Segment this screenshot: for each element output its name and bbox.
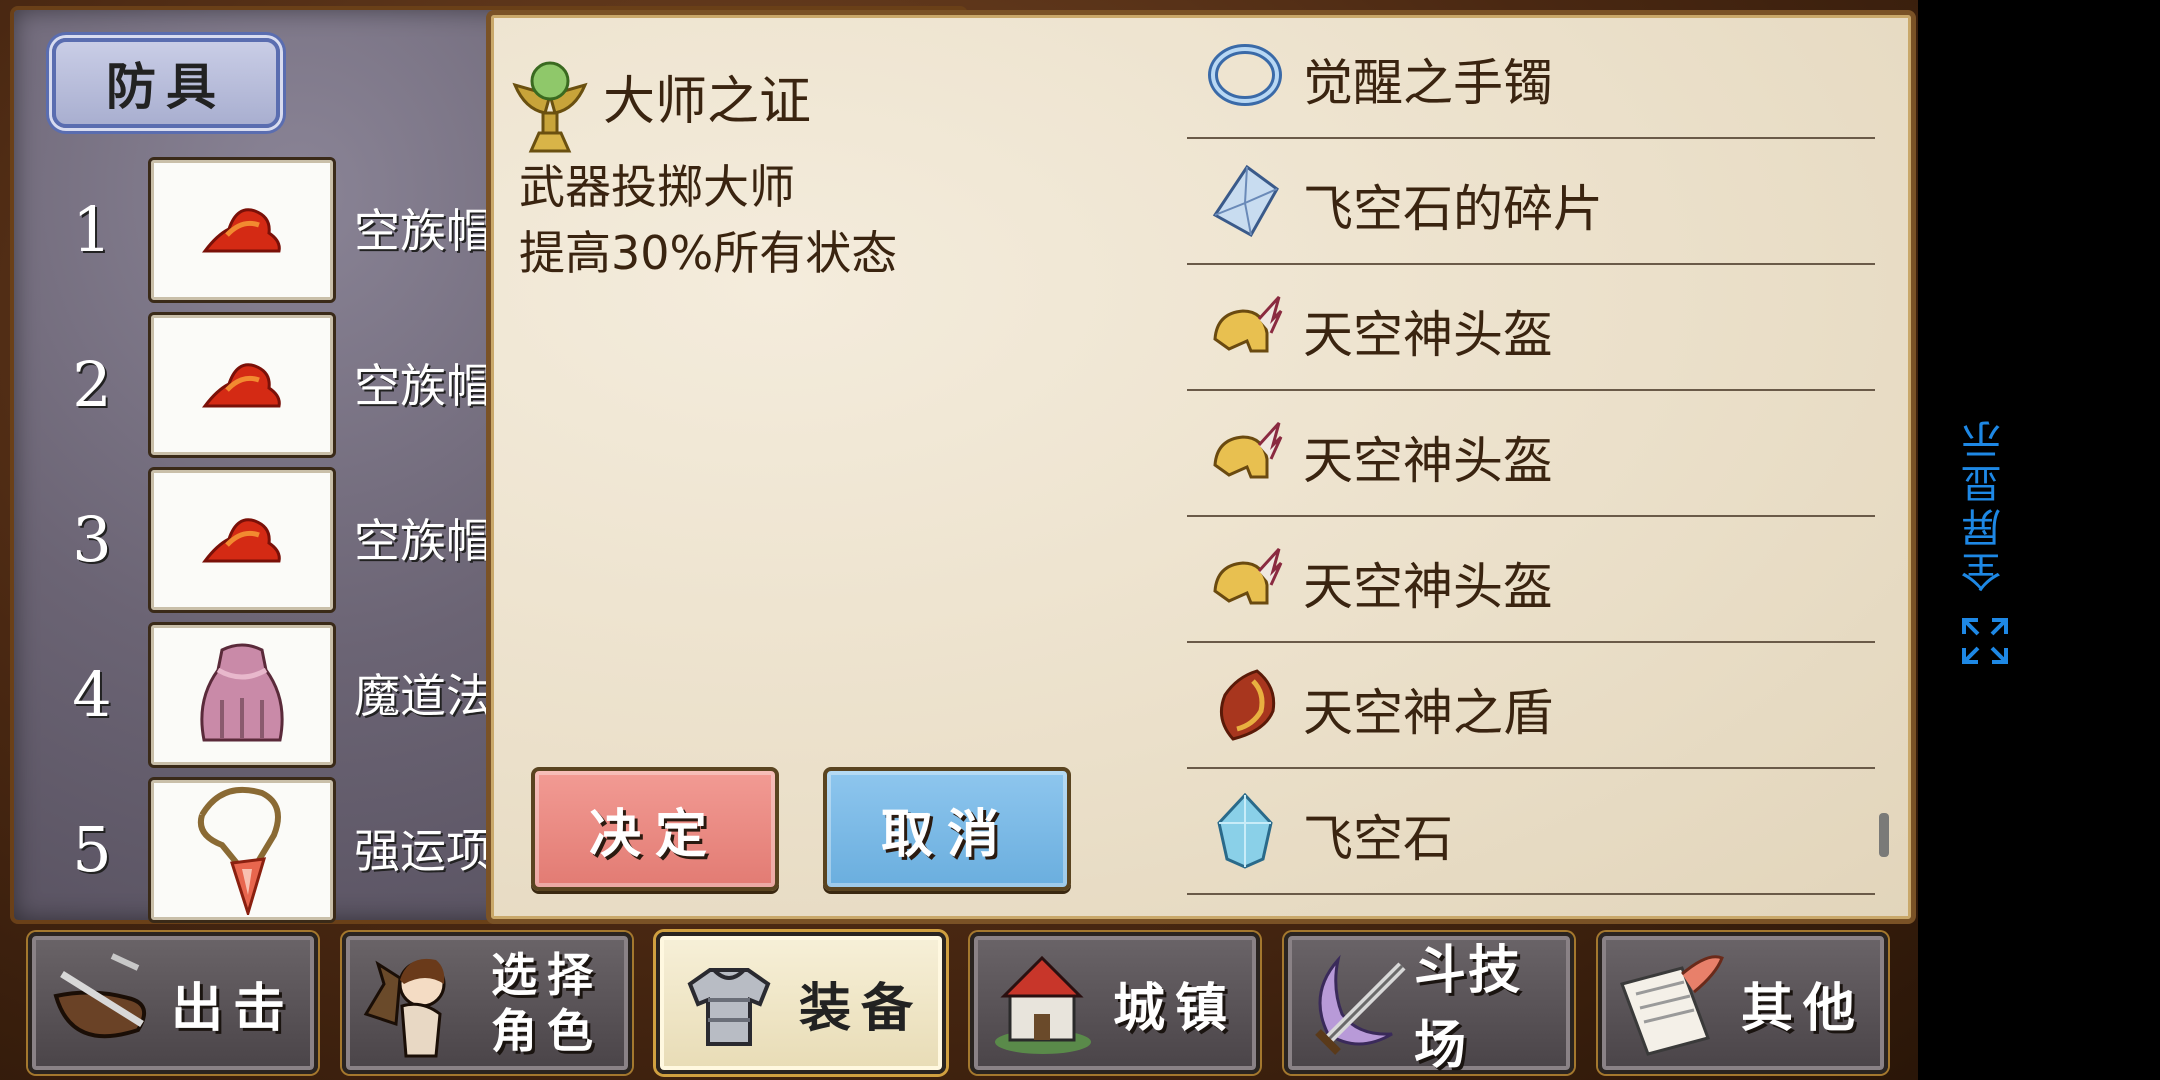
slot-item-box[interactable] — [148, 157, 336, 303]
slot-item-box[interactable] — [148, 467, 336, 613]
item-description-line2: 提高30%所有状态 — [519, 226, 898, 280]
slot-item-name: 空族帽 — [354, 359, 492, 413]
character-icon — [363, 958, 446, 1058]
confirm-button[interactable]: 决定 — [531, 767, 779, 891]
nav-sortie-button[interactable]: 出击 — [28, 932, 318, 1074]
list-item-label: 天空神头盔 — [1303, 306, 1553, 364]
fullscreen-toggle[interactable]: 全屏显示 — [1950, 414, 2030, 674]
nav-town-button[interactable]: 城镇 — [970, 932, 1260, 1074]
shield-icon — [1219, 669, 1276, 741]
list-item[interactable]: 飞空石的碎片 — [1187, 137, 1875, 265]
list-item[interactable]: 天空神头盔 — [1187, 389, 1875, 517]
nav-arena-button[interactable]: 斗技场 — [1284, 932, 1574, 1076]
cancel-button[interactable]: 取消 — [823, 767, 1071, 891]
nav-other-button[interactable]: 其他 — [1598, 932, 1888, 1074]
red-hat-icon — [201, 518, 281, 563]
slot-number: 2 — [72, 348, 112, 421]
red-hat-icon — [201, 363, 281, 408]
nav-equipment-button[interactable]: 装备 — [656, 932, 946, 1074]
red-hat-icon — [201, 208, 281, 253]
list-item[interactable]: 飞空石 — [1187, 767, 1875, 895]
slot-number: 1 — [72, 193, 112, 266]
panel-title: 防具 — [52, 38, 280, 128]
crystal-icon — [1217, 793, 1273, 869]
slot-number: 3 — [72, 503, 112, 576]
list-item[interactable]: 天空神头盔 — [1187, 263, 1875, 391]
sortie-icon — [53, 953, 147, 1039]
town-icon — [995, 955, 1091, 1054]
nav-select-character-label: 选择 角色 — [472, 936, 622, 1070]
slot-number: 5 — [72, 813, 112, 886]
master-emblem-icon — [512, 61, 588, 153]
list-item-label: 飞空石的碎片 — [1303, 180, 1603, 238]
item-list[interactable]: 觉醒之手镯 飞空石的碎片 天空神头盔 天空神头盔 天空神头盔 天空神之盾 飞空石 — [1187, 15, 1875, 905]
list-item[interactable]: 觉醒之手镯 — [1187, 15, 1875, 139]
list-item-label: 天空神头盔 — [1303, 432, 1553, 490]
list-item-label: 天空神头盔 — [1303, 558, 1553, 616]
winged-helmet-icon — [1213, 547, 1283, 605]
armor-icon — [687, 968, 771, 1046]
winged-helmet-icon — [1213, 295, 1283, 353]
slot-item-name: 空族帽 — [354, 204, 492, 258]
crystal-shard-icon — [1212, 164, 1279, 238]
fullscreen-label: 全屏显示 — [1962, 416, 2008, 592]
game-screen: 防具 1 空族帽 2 空族帽 3 空族帽 4 魔道法 5 强运项 大师之证 武器… — [0, 0, 1918, 1080]
item-title: 大师之证 — [603, 72, 812, 132]
amulet-icon — [198, 786, 281, 915]
slot-item-name: 魔道法 — [354, 669, 492, 723]
arena-sword-icon — [1315, 954, 1406, 1055]
list-item[interactable]: 天空神之盾 — [1187, 641, 1875, 769]
slot-item-name: 强运项 — [354, 824, 492, 878]
list-item-label: 觉醒之手镯 — [1303, 54, 1553, 112]
nav-equipment-label: 装备 — [798, 978, 923, 1039]
item-description-line1: 武器投掷大师 — [519, 160, 795, 214]
nav-select-character-button[interactable]: 选择 角色 — [342, 932, 632, 1074]
winged-helmet-icon — [1213, 421, 1283, 479]
scroll-icon — [1620, 955, 1724, 1056]
slot-item-name: 空族帽 — [354, 514, 492, 568]
magic-robe-icon — [200, 643, 284, 742]
nav-arena-label: 斗技场 — [1414, 941, 1523, 1076]
slot-number: 4 — [72, 658, 112, 731]
nav-select-line2: 角色 — [491, 1004, 603, 1058]
nav-other-label: 其他 — [1740, 978, 1865, 1039]
list-scrollbar[interactable] — [1879, 813, 1889, 857]
slot-item-box[interactable] — [148, 312, 336, 458]
nav-town-label: 城镇 — [1112, 978, 1237, 1039]
item-detail-dialog: 大师之证 武器投掷大师 提高30%所有状态 决定 取消 觉醒之手镯 飞空石的碎片 — [486, 10, 1916, 924]
list-item-label: 天空神之盾 — [1303, 684, 1553, 742]
list-item[interactable]: 天空神头盔 — [1187, 515, 1875, 643]
bracelet-icon — [1208, 44, 1282, 106]
slot-item-box[interactable] — [148, 777, 336, 923]
slot-item-box[interactable] — [148, 622, 336, 768]
nav-sortie-label: 出击 — [170, 978, 295, 1039]
expand-icon — [1962, 618, 2008, 664]
list-item-label: 飞空石 — [1303, 810, 1453, 868]
nav-select-line1: 选择 — [491, 948, 603, 1002]
